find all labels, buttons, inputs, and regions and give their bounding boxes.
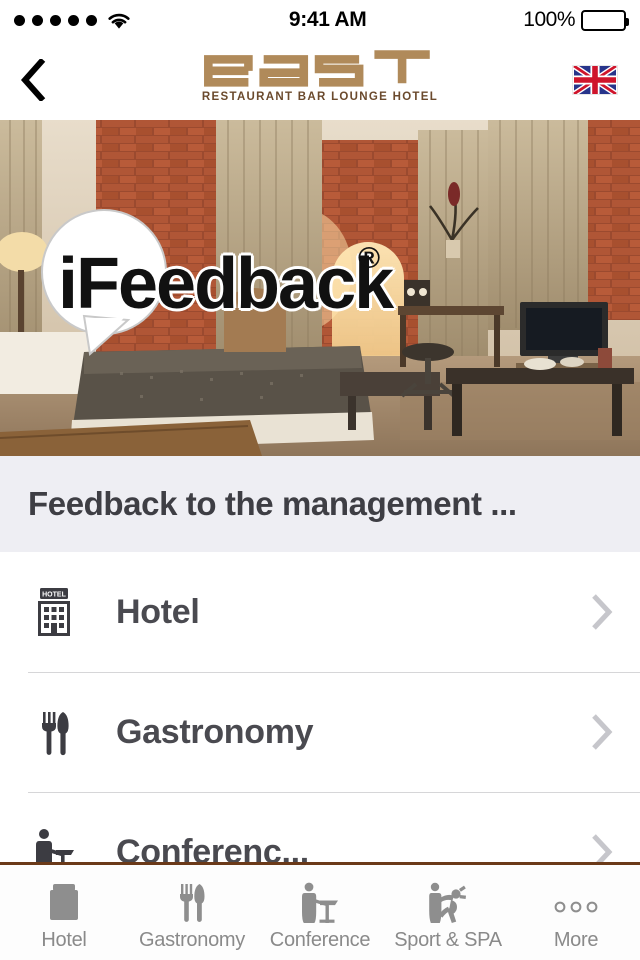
brand-tagline: RESTAURANT BAR LOUNGE HOTEL [201,91,439,103]
registered-trademark-icon: ® [358,242,381,275]
brand-logo: RESTAURANT BAR LOUNGE HOTEL [201,46,440,103]
tab-label: Conference [269,929,371,951]
category-list: HOTEL Hotel Gastronomy Conferenc... [0,552,640,912]
navigation-bar: RESTAURANT BAR LOUNGE HOTEL [0,40,640,120]
tab-label: Sport & SPA [394,929,502,951]
hotel-building-icon [43,877,85,923]
east-wordmark-icon [204,50,430,87]
tab-hotel[interactable]: Hotel [0,865,128,960]
page-title: Feedback to the management ... [28,485,517,522]
tab-label: More [553,929,599,951]
status-bar-left [14,11,132,30]
tab-sport-spa[interactable]: Sport & SPA [384,865,512,960]
more-dots-icon [549,877,603,923]
wifi-icon [108,13,130,29]
hotel-building-icon: HOTEL [28,584,80,640]
sport-spa-icon [426,877,470,923]
chevron-right-icon [592,594,613,630]
list-item-hotel[interactable]: HOTEL Hotel [0,552,640,672]
list-item-gastronomy[interactable]: Gastronomy [0,672,640,792]
tab-label: Hotel [41,929,87,951]
tab-bar: Hotel Gastronomy Conference Sport & SPA … [0,862,640,960]
fork-knife-icon [171,877,213,923]
tab-gastronomy[interactable]: Gastronomy [128,865,256,960]
list-item-label: Gastronomy [116,712,314,751]
app-screen: 9:41 AM 100% RESTAURANT BAR LOUNGE HOTEL… [0,0,640,960]
status-bar: 9:41 AM 100% [0,0,640,40]
hero-image: iFeedback ® [0,120,640,456]
section-header: Feedback to the management ... [0,456,640,552]
status-bar-right: 100% [523,8,629,32]
list-item-label: Hotel [116,592,200,631]
presenter-podium-icon [298,877,342,923]
svg-text:HOTEL: HOTEL [42,592,66,599]
chevron-left-icon [20,59,46,101]
fork-knife-icon [28,704,80,760]
signal-dots-icon [14,14,97,26]
status-bar-time: 9:41 AM [288,8,367,31]
tab-label: Gastronomy [139,929,245,951]
language-selector-button[interactable] [572,63,620,97]
union-jack-flag-icon [572,65,618,95]
back-button[interactable] [20,53,64,107]
battery-full-icon [581,9,629,31]
battery-percent-label: 100% [523,8,575,31]
chevron-right-icon [592,714,613,750]
tab-more[interactable]: More [512,865,640,960]
tab-conference[interactable]: Conference [256,865,384,960]
ifeedback-logo-text: iFeedback [58,244,394,324]
